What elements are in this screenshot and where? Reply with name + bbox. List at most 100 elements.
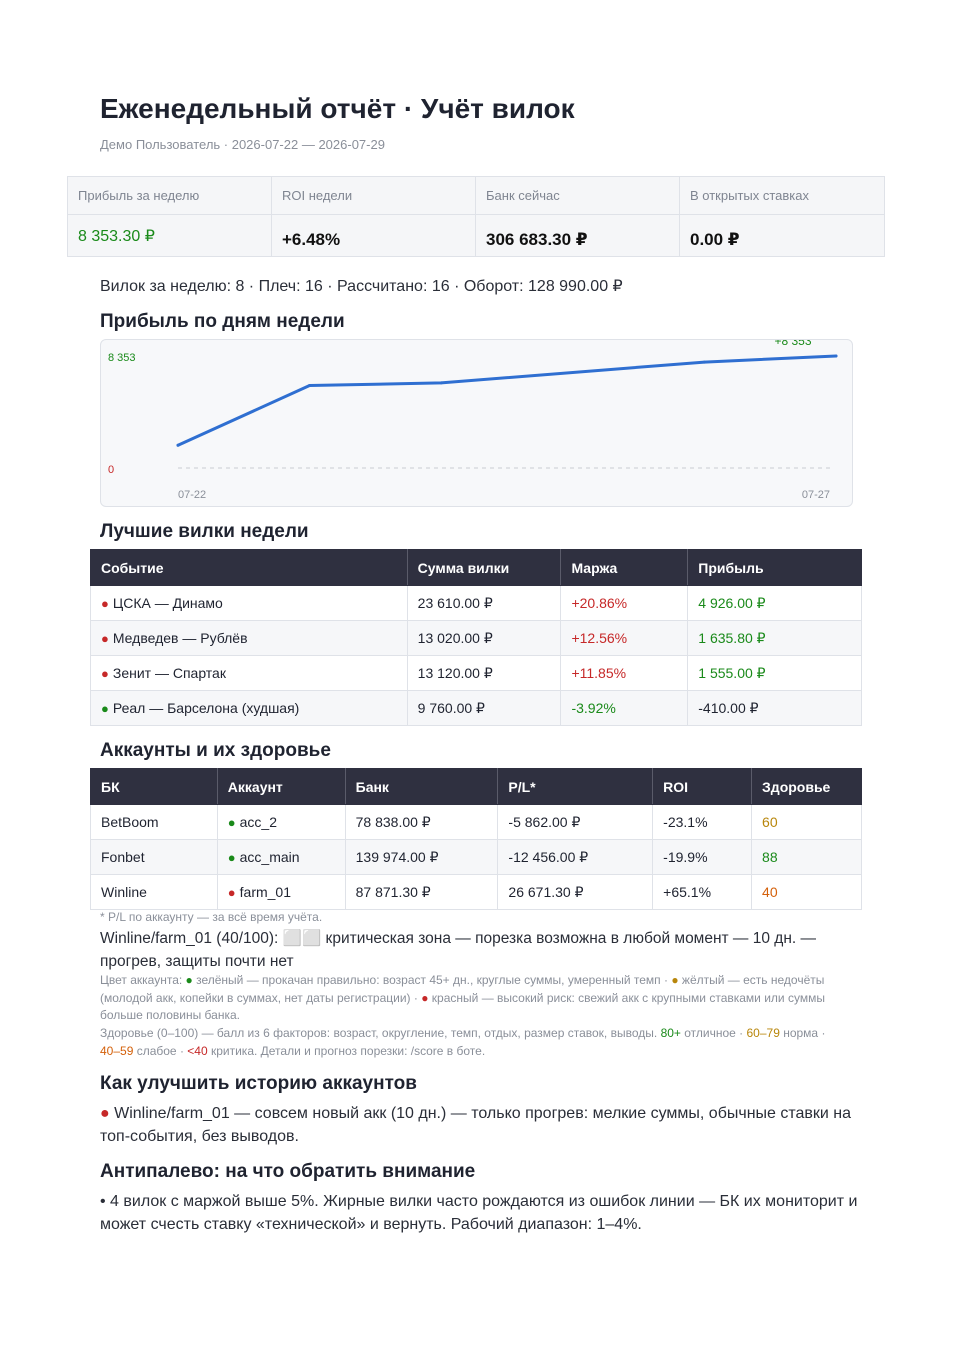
legend-prefix: Цвет аккаунта: xyxy=(100,973,186,987)
event-cell: ● Реал — Барселона (худшая) xyxy=(90,690,408,726)
improve-body: Winline/farm_01 — совсем новый акк (10 д… xyxy=(100,1105,852,1145)
health-legend-prefix: Здоровье (0–100) — балл из 6 факторов: в… xyxy=(100,1026,661,1040)
kpi-value: 8 353.30 ₽ xyxy=(78,228,155,245)
legend-green-text: зелёный — прокачан правильно: возраст 45… xyxy=(192,973,672,987)
data-point-07-23 xyxy=(308,384,312,388)
table-row: ● ЦСКА — Динамо 23 610.00 ₽ +20.86% 4 926… xyxy=(90,585,862,621)
color-legend: Цвет аккаунта: ● зелёный — прокачан прав… xyxy=(100,972,845,1025)
bank-cell: 139 974.00 ₽ xyxy=(344,839,499,875)
account-name: acc_main xyxy=(239,849,300,865)
col-pl: P/L* xyxy=(497,768,654,805)
kpi-value: 306 683.30 ₽ xyxy=(486,230,588,249)
antipalevo-title: Антипалево: на что обратить внимание xyxy=(100,1161,476,1182)
health-cell: 60 xyxy=(751,804,862,840)
pl-footnote: * P/L по аккаунту — за всё время учёта. xyxy=(100,910,323,924)
health-critical-text: критика. Детали и прогноз порезки: /scor… xyxy=(207,1043,486,1058)
table-row: ● Медведев — Рублёв 13 020.00 ₽ +12.56% 1… xyxy=(90,620,862,656)
health-normal-range: 60–79 xyxy=(746,1026,780,1040)
x-tick-start: 07-22 xyxy=(178,489,206,501)
kpi-weekly-profit: Прибыль за неделю 8 353.30 ₽ xyxy=(68,177,272,256)
profit-line-chart: 8 353 0 +8 353 07-22 07-27 xyxy=(108,334,838,501)
amount-cell: 9 760.00 ₽ xyxy=(406,690,562,726)
amount-cell: 13 120.00 ₽ xyxy=(406,655,562,691)
kpi-bank-now: Банк сейчас 306 683.30 ₽ xyxy=(476,177,680,256)
green-dot: ● xyxy=(185,973,193,987)
health-excellent-text: отличное · xyxy=(680,1026,747,1040)
pl-cell: 26 671.30 ₽ xyxy=(497,874,654,910)
col-bk: БК xyxy=(90,768,218,805)
col-account: Аккаунт xyxy=(216,768,346,805)
status-dot: ● xyxy=(101,701,109,716)
profit-chart: 8 353 0 +8 353 07-22 07-27 xyxy=(100,334,853,507)
col-health: Здоровье xyxy=(751,768,862,805)
health-weak-text: слабое · xyxy=(133,1043,188,1058)
status-dot: ● xyxy=(101,596,109,611)
bk-cell: Winline xyxy=(90,874,218,910)
roi-cell: +65.1% xyxy=(652,874,753,910)
account-name: acc_2 xyxy=(239,814,277,830)
col-amount: Сумма вилки xyxy=(406,549,562,586)
pl-cell: -12 456.00 ₽ xyxy=(497,839,654,875)
margin-cell: -3.92% xyxy=(560,690,689,726)
report-subtitle: Демо Пользователь · 2026-07-22 — 2026-07… xyxy=(100,137,385,152)
bk-cell: BetBoom xyxy=(90,804,218,840)
health-critical-range: <40 xyxy=(187,1043,208,1058)
bank-cell: 87 871.30 ₽ xyxy=(344,874,499,910)
kpi-label: Банк сейчас xyxy=(486,188,560,203)
table-row: ● Реал — Барселона (худшая) 9 760.00 ₽ -3… xyxy=(90,690,862,726)
margin-cell: +20.86% xyxy=(560,585,689,621)
improve-text: ● Winline/farm_01 — совсем новый акк (10… xyxy=(100,1102,860,1148)
yellow-dot: ● xyxy=(671,973,679,987)
bk-cell: Fonbet xyxy=(90,839,218,875)
profit-cell: 1 635.80 ₽ xyxy=(687,620,862,656)
bank-cell: 78 838.00 ₽ xyxy=(344,804,499,840)
table-row: Winline ● farm_01 87 871.30 ₽ 26 671.30 ₽… xyxy=(90,874,862,910)
kpi-open-bets: В открытых ставках 0.00 ₽ xyxy=(680,177,884,256)
roi-cell: -23.1% xyxy=(652,804,753,840)
health-normal-text: норма · xyxy=(779,1026,826,1040)
status-dot: ● xyxy=(101,631,109,646)
event-name: Зенит — Спартак xyxy=(112,665,226,681)
health-excellent-range: 80+ xyxy=(660,1026,681,1040)
event-name: ЦСКА — Динамо xyxy=(112,595,223,611)
profit-chart-title: Прибыль по дням недели xyxy=(100,311,345,332)
kpi-panel: Прибыль за неделю 8 353.30 ₽ ROI недели … xyxy=(67,176,885,257)
improve-title: Как улучшить историю аккаунтов xyxy=(100,1073,417,1094)
profit-cell: 4 926.00 ₽ xyxy=(687,585,862,621)
kpi-value: 0.00 ₽ xyxy=(690,230,740,249)
y-tick-top: 8 353 xyxy=(108,352,136,364)
antipalevo-text: • 4 вилок с маржой выше 5%. Жирные вилки… xyxy=(100,1193,858,1233)
health-cell: 88 xyxy=(751,839,862,875)
data-point-07-22 xyxy=(176,443,180,447)
health-weak-range: 40–59 xyxy=(100,1043,134,1058)
profit-series-line xyxy=(176,354,838,447)
event-name: Медведев — Рублёв xyxy=(112,630,248,646)
improve-dot: ● xyxy=(100,1105,110,1122)
kpi-value: +6.48% xyxy=(282,230,341,249)
status-dot: ● xyxy=(227,885,236,900)
event-name: Реал — Барселона (худшая) xyxy=(112,700,300,716)
health-legend: Здоровье (0–100) — балл из 6 факторов: в… xyxy=(100,1025,845,1060)
data-point-07-24 xyxy=(439,381,443,385)
status-dot: ● xyxy=(227,850,236,865)
health-cell: 40 xyxy=(751,874,862,910)
kpi-weekly-roi: ROI недели +6.48% xyxy=(272,177,476,256)
weekly-summary: Вилок за неделю: 8 · Плеч: 16 · Рассчита… xyxy=(100,278,623,295)
kpi-label: Прибыль за неделю xyxy=(78,188,200,203)
pl-cell: -5 862.00 ₽ xyxy=(497,804,654,840)
status-dot: ● xyxy=(227,815,236,830)
end-value-label: +8 353 xyxy=(774,340,811,348)
event-cell: ● ЦСКА — Динамо xyxy=(90,585,408,621)
col-roi: ROI xyxy=(652,768,753,805)
amount-cell: 13 020.00 ₽ xyxy=(406,620,562,656)
table-row: Fonbet ● acc_main 139 974.00 ₽ -12 456.00… xyxy=(90,839,862,875)
roi-cell: -19.9% xyxy=(652,839,753,875)
profit-cell: 1 555.00 ₽ xyxy=(687,655,862,691)
account-cell: ● acc_2 xyxy=(216,804,346,840)
col-event: Событие xyxy=(90,549,408,586)
table-row: BetBoom ● acc_2 78 838.00 ₽ -5 862.00 ₽ -… xyxy=(90,804,862,840)
account-name: farm_01 xyxy=(239,884,291,900)
margin-cell: +12.56% xyxy=(560,620,689,656)
account-cell: ● acc_main xyxy=(216,839,346,875)
profit-cell: -410.00 ₽ xyxy=(687,690,862,726)
